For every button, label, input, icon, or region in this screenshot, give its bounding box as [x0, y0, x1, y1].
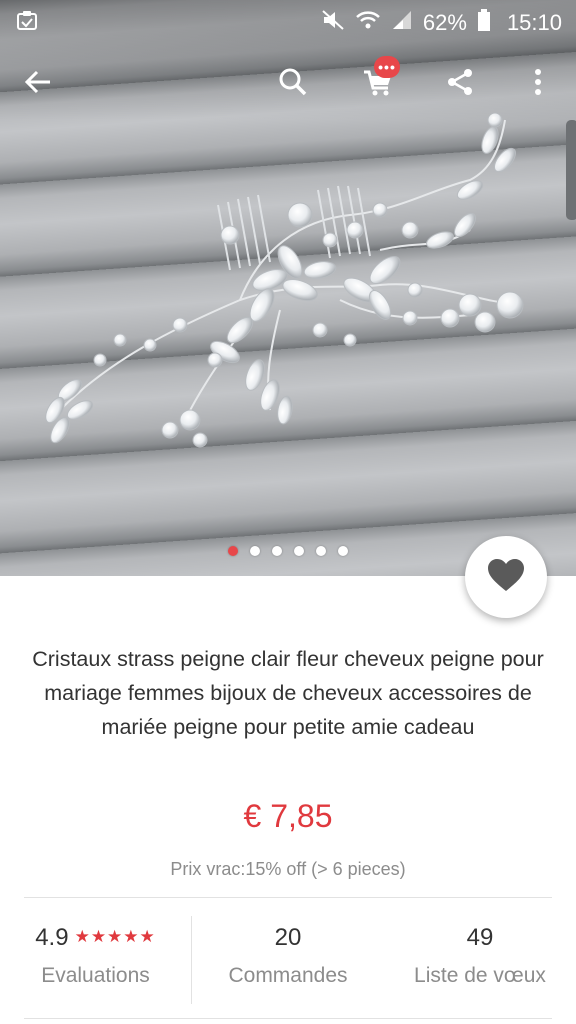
gallery-dot[interactable]	[338, 546, 348, 556]
cart-button[interactable]: •••	[352, 56, 404, 112]
rating-label: Evaluations	[41, 964, 150, 987]
gallery-dot[interactable]	[250, 546, 260, 556]
rating-value: 4.9	[35, 924, 69, 951]
orders-stat[interactable]: 20 Commandes	[192, 898, 384, 1018]
wishlist-stat[interactable]: 49 Liste de vœux	[384, 898, 576, 1018]
signal-icon	[391, 9, 413, 37]
product-title: Cristaux strass peigne clair fleur cheve…	[32, 647, 544, 739]
cart-badge: •••	[374, 56, 400, 78]
rating-stat[interactable]: 4.9 ★★★★★ Evaluations	[0, 898, 191, 1018]
arrow-left-icon	[23, 67, 53, 102]
product-image[interactable]: 62% 15:10 •••	[0, 0, 576, 576]
divider-bottom	[24, 1018, 552, 1019]
clock: 15:10	[506, 10, 562, 35]
battery-icon	[477, 8, 491, 38]
product-price: € 7,85	[243, 798, 333, 834]
wishlist-button[interactable]	[465, 536, 547, 618]
heart-icon	[487, 558, 525, 597]
product-stats: 4.9 ★★★★★ Evaluations 20 Commandes 49 Lis…	[0, 898, 576, 1018]
gallery-dot[interactable]	[316, 546, 326, 556]
more-vertical-icon	[533, 67, 543, 102]
status-bar: 62% 15:10	[0, 0, 576, 42]
gallery-dot[interactable]	[272, 546, 282, 556]
wifi-icon	[355, 9, 381, 37]
bulk-price: Prix vrac:15% off (> 6 pieces)	[170, 859, 406, 879]
share-icon	[445, 67, 475, 102]
mute-icon	[321, 9, 345, 37]
gallery-dot[interactable]	[294, 546, 304, 556]
gallery-dot[interactable]	[228, 546, 238, 556]
search-icon	[278, 67, 308, 102]
more-button[interactable]	[512, 56, 564, 112]
rating-stars: ★★★★★	[74, 927, 156, 946]
search-button[interactable]	[267, 56, 319, 112]
orders-count: 20	[274, 924, 302, 951]
back-button[interactable]	[12, 56, 64, 112]
share-button[interactable]	[434, 56, 486, 112]
battery-percent: 62%	[422, 10, 467, 35]
orders-label: Commandes	[228, 964, 348, 987]
wishlist-label: Liste de vœux	[414, 964, 546, 987]
rating-row: 4.9 ★★★★★	[0, 924, 191, 952]
toolbar: •••	[0, 56, 576, 116]
notification-icon	[16, 9, 38, 37]
wishlist-count: 49	[466, 924, 494, 951]
